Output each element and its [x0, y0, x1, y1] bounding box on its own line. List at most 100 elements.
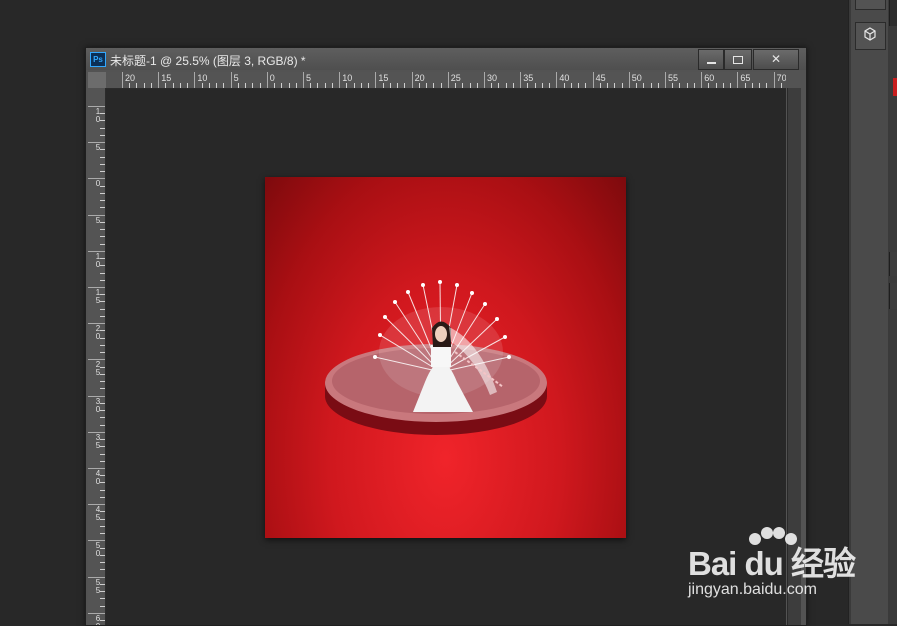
document-titlebar[interactable]: Ps 未标题-1 @ 25.5% (图层 3, RGB/8) * ✕	[86, 48, 806, 70]
ruler-h-major-tick	[158, 72, 160, 88]
ruler-v-label: 20	[95, 324, 101, 342]
ruler-h-label: 10	[342, 73, 353, 83]
ruler-h-minor-tick	[216, 83, 218, 88]
ruler-v-minor-tick	[100, 598, 105, 600]
ruler-h-minor-tick	[751, 83, 753, 88]
ruler-h-minor-tick	[766, 83, 768, 88]
ruler-v-minor-tick	[100, 388, 105, 390]
ruler-v-minor-tick	[100, 272, 105, 274]
ruler-v-minor-tick	[100, 547, 105, 549]
ruler-v-minor-tick	[100, 200, 105, 202]
horizontal-ruler[interactable]: 20 15 10 5 0 5 10 15 20 25 30 35 40 45 50 55 60 65 70	[106, 72, 786, 89]
ruler-h-label: 45	[595, 73, 606, 83]
minimize-button[interactable]	[698, 49, 724, 70]
ruler-h-minor-tick	[549, 83, 551, 88]
ruler-h-minor-tick	[498, 83, 500, 88]
ruler-h-minor-tick	[382, 83, 384, 88]
ruler-v-minor-tick	[100, 149, 105, 151]
ruler-h-label: 5	[233, 73, 239, 83]
ruler-v-minor-tick	[100, 221, 105, 223]
ruler-v-minor-tick	[100, 562, 105, 564]
ruler-v-minor-tick	[100, 229, 105, 231]
ruler-h-minor-tick	[187, 83, 189, 88]
ruler-v-minor-tick	[100, 171, 105, 173]
ruler-v-minor-tick	[100, 337, 105, 339]
ruler-v-minor-tick	[100, 352, 105, 354]
ruler-v-label: 55	[95, 577, 101, 595]
maximize-icon	[733, 55, 743, 64]
ruler-h-label: 55	[668, 73, 679, 83]
ruler-v-label: 25	[95, 360, 101, 378]
ruler-v-minor-tick	[100, 439, 105, 441]
ruler-h-minor-tick	[643, 83, 645, 88]
ruler-v-minor-tick	[100, 308, 105, 310]
ruler-h-minor-tick	[353, 83, 355, 88]
ruler-v-minor-tick	[100, 496, 105, 498]
ruler-h-minor-tick	[563, 83, 565, 88]
ruler-v-minor-tick	[100, 120, 105, 122]
ruler-h-minor-tick	[693, 83, 695, 88]
ruler-v-label: 0	[95, 179, 101, 189]
ruler-h-major-tick	[520, 72, 522, 88]
ruler-h-minor-tick	[708, 83, 710, 88]
ruler-h-minor-tick	[455, 83, 457, 88]
dock-button-top[interactable]	[855, 0, 886, 10]
dock-edge-tab-2[interactable]	[889, 283, 897, 309]
ruler-v-label: 40	[95, 469, 101, 486]
ruler-v-minor-tick	[100, 185, 105, 187]
ruler-h-minor-tick	[599, 83, 601, 88]
ruler-h-minor-tick	[274, 83, 276, 88]
ruler-v-minor-tick	[100, 569, 105, 571]
artwork-illustration	[325, 280, 547, 435]
ruler-h-major-tick	[628, 72, 630, 88]
ruler-v-minor-tick	[100, 410, 105, 412]
artwork-canvas[interactable]	[265, 177, 626, 538]
ruler-h-label: 15	[161, 73, 172, 83]
ruler-h-label: 60	[704, 73, 715, 83]
ruler-v-minor-tick	[100, 446, 105, 448]
ruler-h-major-tick	[411, 72, 413, 88]
ruler-h-minor-tick	[730, 83, 732, 88]
watermark-url: jingyan.baidu.com	[688, 581, 817, 598]
ruler-h-minor-tick	[621, 83, 623, 88]
canvas-area[interactable]	[106, 89, 786, 625]
ruler-h-minor-tick	[679, 83, 681, 88]
ruler-h-label: 5	[306, 73, 312, 83]
ruler-h-minor-tick	[636, 83, 638, 88]
ruler-h-minor-tick	[614, 83, 616, 88]
ruler-h-label: 20	[125, 73, 136, 83]
ruler-h-minor-tick	[744, 83, 746, 88]
ruler-h-minor-tick	[223, 83, 225, 88]
ruler-h-minor-tick	[208, 83, 210, 88]
ruler-h-label: 50	[631, 73, 642, 83]
dock-edge-tab[interactable]	[889, 252, 897, 276]
close-button[interactable]: ✕	[753, 49, 799, 70]
ruler-h-major-tick	[556, 72, 558, 88]
ruler-h-minor-tick	[426, 83, 428, 88]
dock-button-3d[interactable]	[855, 22, 886, 50]
ruler-v-minor-tick	[100, 424, 105, 426]
ruler-origin[interactable]	[88, 72, 106, 88]
ruler-h-minor-tick	[433, 83, 435, 88]
ruler-h-minor-tick	[476, 83, 478, 88]
ruler-h-minor-tick	[150, 83, 152, 88]
vertical-ruler[interactable]: 105051015202530354045505560	[88, 88, 106, 625]
ruler-v-minor-tick	[100, 344, 105, 346]
ruler-v-minor-tick	[100, 236, 105, 238]
ruler-h-minor-tick	[331, 83, 333, 88]
ruler-v-minor-tick	[100, 417, 105, 419]
ruler-h-minor-tick	[578, 83, 580, 88]
ruler-h-minor-tick	[259, 83, 261, 88]
maximize-button[interactable]	[724, 49, 752, 70]
dock-edge-top	[889, 0, 897, 26]
cube-3d-icon	[863, 27, 877, 41]
ruler-h-major-tick	[230, 72, 232, 88]
ruler-h-minor-tick	[541, 83, 543, 88]
ruler-v-minor-tick	[100, 460, 105, 462]
ruler-v-label: 15	[95, 288, 101, 305]
ruler-h-minor-tick	[368, 83, 370, 88]
ruler-v-label: 30	[95, 396, 101, 414]
ruler-h-minor-tick	[136, 83, 138, 88]
ruler-h-label: 15	[378, 73, 389, 83]
ruler-h-minor-tick	[237, 83, 239, 88]
